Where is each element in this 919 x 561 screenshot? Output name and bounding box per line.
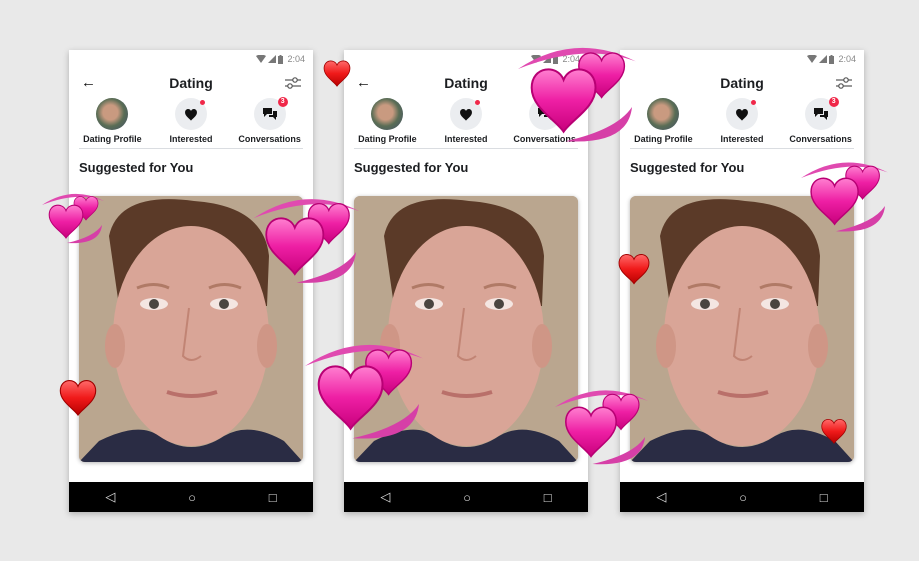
tab-label: Interested	[444, 134, 488, 144]
suggested-profile-photo[interactable]	[630, 196, 854, 462]
tab-dating-profile[interactable]: Dating Profile	[73, 98, 152, 148]
status-time: 2:04	[287, 54, 305, 64]
cell-signal-icon	[543, 55, 552, 63]
page-title: Dating	[720, 75, 764, 91]
suggested-profile-photo[interactable]	[354, 196, 578, 462]
suggested-profile-photo[interactable]	[79, 196, 303, 462]
notification-dot	[751, 100, 756, 105]
section-title: Suggested for You	[354, 160, 469, 175]
cell-signal-icon	[819, 55, 828, 63]
tab-dating-profile[interactable]: Dating Profile	[348, 98, 427, 148]
filter-settings-icon[interactable]	[560, 76, 576, 90]
dating-profile-avatar	[647, 98, 680, 130]
profile-face-image	[354, 196, 578, 462]
heart-icon	[736, 108, 748, 121]
back-arrow-icon[interactable]: ←	[81, 74, 96, 91]
chat-bubbles-icon	[537, 108, 552, 120]
phone-screen: 2:04 Dating Dating Profile Interested 3 Con…	[620, 50, 864, 512]
app-header: Dating	[620, 68, 864, 98]
profile-face-image	[630, 196, 854, 462]
tab-label: Conversations	[513, 134, 576, 144]
battery-icon	[278, 54, 284, 64]
tab-label: Dating Profile	[358, 134, 417, 144]
signal-icons	[807, 54, 835, 64]
signal-icons	[531, 54, 559, 64]
tab-label: Conversations	[238, 134, 301, 144]
tab-interested[interactable]: Interested	[427, 98, 506, 148]
status-bar: 2:04	[620, 50, 864, 68]
tab-conversations[interactable]: 3 Conversations	[505, 97, 584, 148]
page-title: Dating	[169, 75, 213, 91]
section-title: Suggested for You	[630, 160, 745, 175]
profile-face-image	[79, 196, 303, 462]
cell-signal-icon	[268, 55, 277, 63]
wifi-icon	[807, 55, 818, 63]
tab-interested[interactable]: Interested	[703, 98, 782, 148]
tab-label: Dating Profile	[83, 134, 142, 144]
status-bar: 2:04	[344, 50, 588, 68]
tab-conversations[interactable]: 3 Conversations	[781, 97, 860, 148]
tab-conversations[interactable]: 3 Conversations	[230, 97, 309, 148]
signal-icons	[256, 54, 284, 64]
chat-bubbles-icon	[262, 108, 277, 120]
nav-home-button[interactable]: ○	[739, 490, 747, 505]
app-header: ← Dating	[344, 68, 588, 98]
nav-recents-button[interactable]: □	[269, 490, 277, 505]
tab-interested[interactable]: Interested	[152, 98, 231, 148]
tab-label: Interested	[169, 134, 213, 144]
phone-screen: 2:04 ← Dating Dating Profile Interested 3 C…	[344, 50, 588, 512]
nav-home-button[interactable]: ○	[463, 490, 471, 505]
status-bar: 2:04	[69, 50, 313, 68]
status-time: 2:04	[562, 54, 580, 64]
page-title: Dating	[444, 75, 488, 91]
tab-dating-profile[interactable]: Dating Profile	[624, 98, 703, 148]
notification-dot	[200, 100, 205, 105]
heart-icon	[460, 108, 472, 121]
unread-count-badge: 3	[277, 97, 288, 107]
dating-tabs: Dating Profile Interested 3 Conversations	[69, 97, 313, 148]
android-nav-bar: ◁ ○ □	[620, 482, 864, 512]
phone-screen: 2:04 ← Dating Dating Profile Interested 3 C…	[69, 50, 313, 512]
wifi-icon	[531, 55, 542, 63]
wifi-icon	[256, 55, 267, 63]
section-title: Suggested for You	[79, 160, 194, 175]
heart-icon	[185, 108, 197, 121]
nav-back-button[interactable]: ◁	[105, 489, 115, 505]
app-header: ← Dating	[69, 68, 313, 98]
nav-back-button[interactable]: ◁	[380, 489, 390, 505]
unread-count-badge: 3	[828, 97, 839, 107]
tab-label: Conversations	[789, 134, 852, 144]
notification-dot	[475, 100, 480, 105]
tab-label: Dating Profile	[634, 134, 693, 144]
chat-bubbles-icon	[813, 108, 828, 120]
android-nav-bar: ◁ ○ □	[344, 482, 588, 512]
dating-profile-avatar	[371, 98, 404, 130]
back-arrow-icon[interactable]: ←	[356, 74, 371, 91]
battery-icon	[553, 54, 559, 64]
filter-settings-icon[interactable]	[285, 76, 301, 90]
dating-tabs: Dating Profile Interested 3 Conversations	[620, 97, 864, 148]
battery-icon	[829, 54, 835, 64]
nav-back-button[interactable]: ◁	[656, 489, 666, 505]
unread-count-badge: 3	[552, 97, 563, 107]
dating-tabs: Dating Profile Interested 3 Conversations	[344, 97, 588, 148]
filter-settings-icon[interactable]	[836, 76, 852, 90]
android-nav-bar: ◁ ○ □	[69, 482, 313, 512]
tab-label: Interested	[720, 134, 764, 144]
status-time: 2:04	[838, 54, 856, 64]
nav-recents-button[interactable]: □	[544, 490, 552, 505]
nav-recents-button[interactable]: □	[820, 490, 828, 505]
dating-profile-avatar	[96, 98, 129, 130]
nav-home-button[interactable]: ○	[188, 490, 196, 505]
